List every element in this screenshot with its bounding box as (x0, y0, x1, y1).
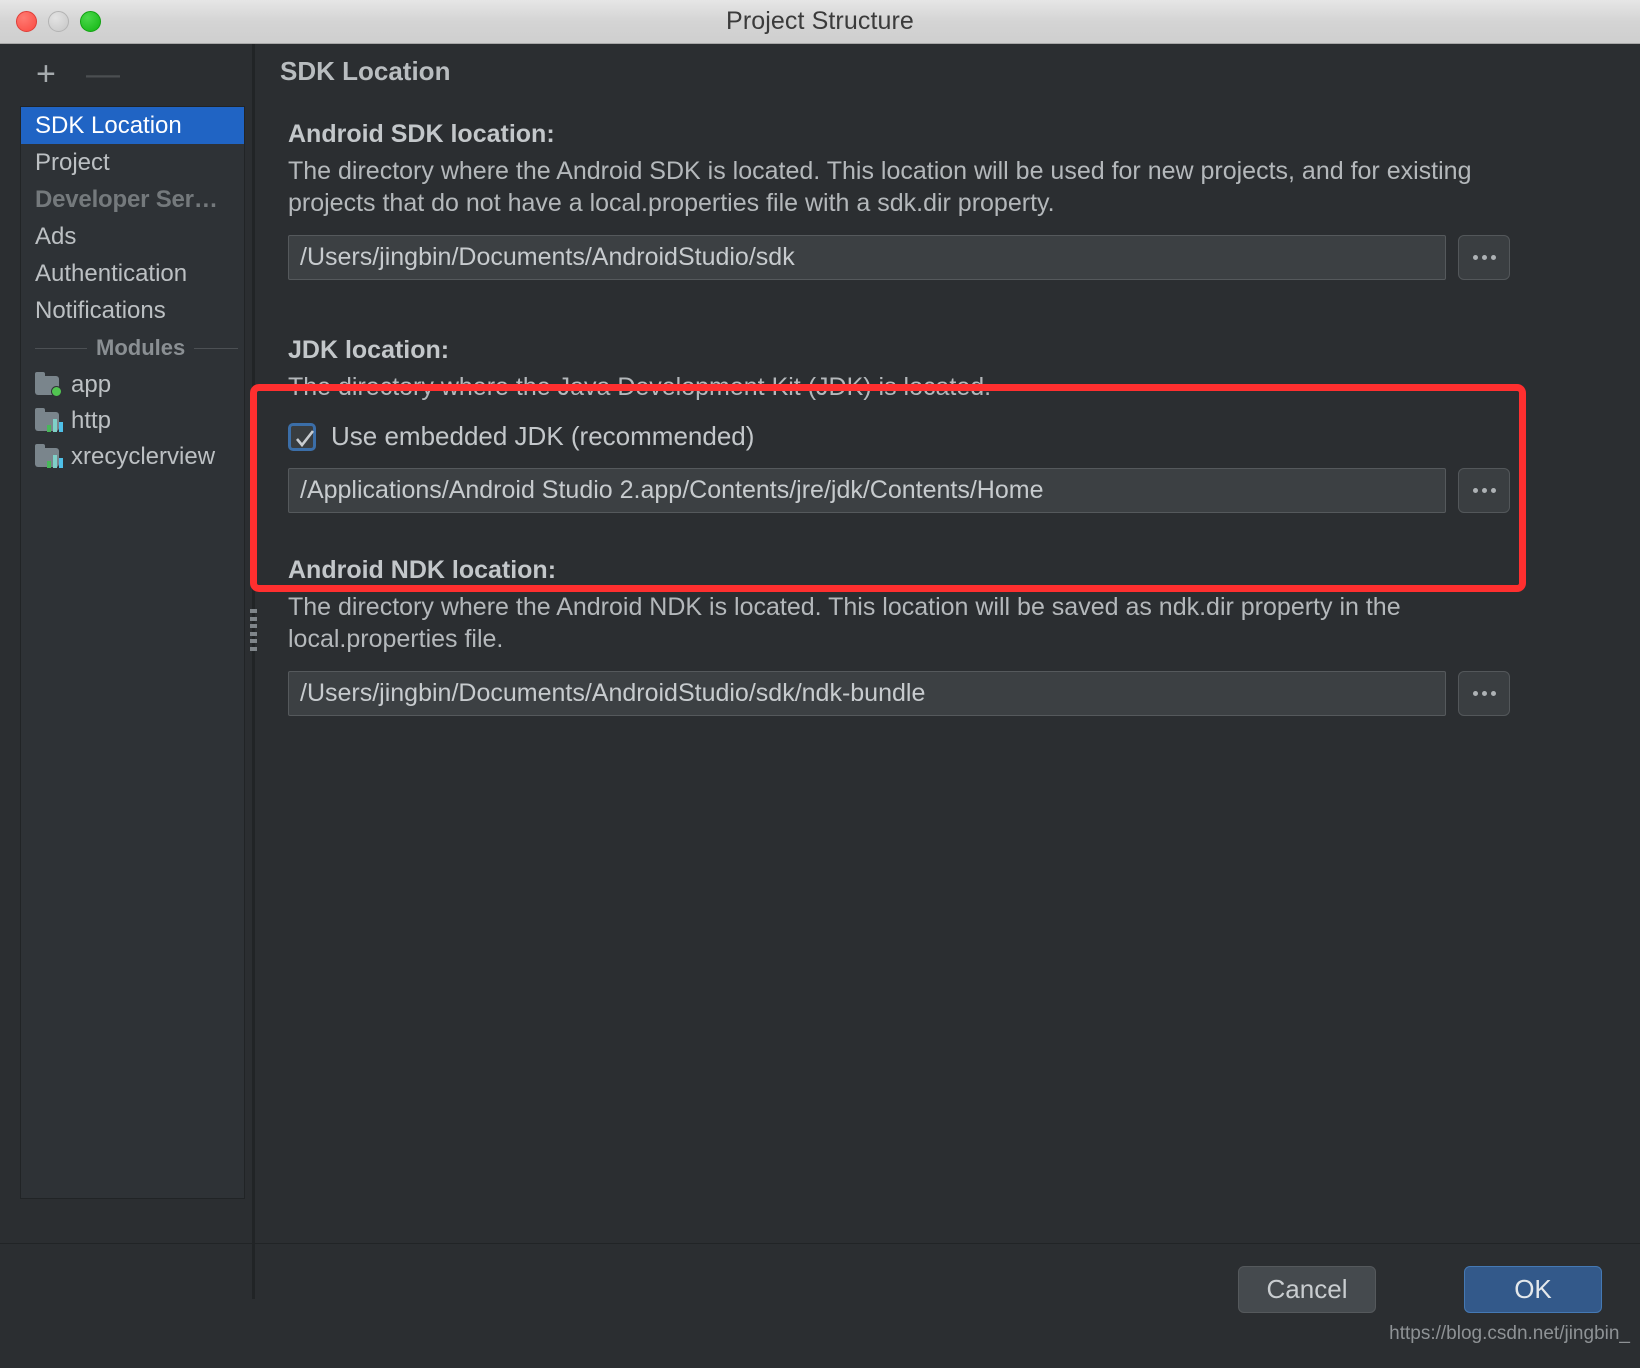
sidebar-item-authentication[interactable]: Authentication (21, 255, 244, 292)
main-panel: SDK Location Android SDK location: The d… (258, 44, 1640, 1239)
window-title: Project Structure (726, 7, 914, 35)
sidebar-module-label: xrecyclerview (71, 443, 216, 470)
use-embedded-jdk-checkbox[interactable] (288, 422, 316, 451)
sidebar-list: SDK Location Project Developer Ser… Ads … (20, 106, 245, 1199)
sidebar-item-sdk-location[interactable]: SDK Location (21, 107, 244, 144)
sidebar: + — SDK Location Project Developer Ser… … (0, 44, 250, 1239)
section-jdk-location: JDK location: The directory where the Ja… (288, 336, 1620, 513)
sidebar-module-http[interactable]: http (21, 403, 244, 439)
sdk-browse-button[interactable] (1458, 235, 1510, 280)
cancel-button[interactable]: Cancel (1238, 1266, 1376, 1313)
add-module-button[interactable]: + (36, 57, 56, 91)
section-heading: JDK location: (288, 336, 450, 364)
separator-line-left (35, 347, 87, 349)
section-description: The directory where the Java Development… (288, 373, 992, 401)
sidebar-item-ads[interactable]: Ads (21, 218, 244, 255)
folder-library-icon (35, 408, 63, 432)
title-bar: Project Structure (0, 0, 1640, 44)
close-button[interactable] (16, 11, 37, 32)
sidebar-module-label: app (71, 371, 112, 398)
sidebar-item-project[interactable]: Project (21, 144, 244, 181)
sidebar-item-notifications[interactable]: Notifications (21, 292, 244, 329)
window-controls (16, 11, 101, 32)
check-icon (296, 429, 315, 447)
jdk-browse-button[interactable] (1458, 468, 1510, 513)
jdk-path-row: /Applications/Android Studio 2.app/Conte… (288, 468, 1620, 513)
folder-green-dot-icon (35, 372, 62, 397)
splitter-grip-handle[interactable] (250, 609, 257, 651)
sdk-location-input[interactable]: /Users/jingbin/Documents/AndroidStudio/s… (288, 235, 1446, 280)
dialog-footer: Cancel OK https://blog.csdn.net/jingbin_ (0, 1244, 1640, 1368)
modules-separator: Modules (21, 329, 244, 367)
ndk-location-input[interactable]: /Users/jingbin/Documents/AndroidStudio/s… (288, 671, 1446, 716)
ok-button[interactable]: OK (1464, 1266, 1602, 1313)
section-android-ndk-location: Android NDK location: The directory wher… (288, 556, 1620, 716)
modules-separator-label: Modules (96, 335, 186, 360)
remove-module-button[interactable]: — (86, 57, 120, 91)
separator-line-right (194, 347, 238, 349)
jdk-location-input[interactable]: /Applications/Android Studio 2.app/Conte… (288, 468, 1446, 513)
dialog-body: + — SDK Location Project Developer Ser… … (0, 44, 1640, 1368)
ndk-browse-button[interactable] (1458, 671, 1510, 716)
section-android-sdk-location: Android SDK location: The directory wher… (288, 120, 1620, 280)
panel-splitter[interactable] (252, 44, 255, 1299)
use-embedded-jdk-row[interactable]: Use embedded JDK (recommended) (288, 421, 1620, 452)
ndk-path-row: /Users/jingbin/Documents/AndroidStudio/s… (288, 671, 1620, 716)
section-heading: Android NDK location: (288, 556, 557, 584)
use-embedded-jdk-label: Use embedded JDK (recommended) (331, 421, 755, 451)
sidebar-module-label: http (71, 407, 112, 434)
page-title: SDK Location (280, 56, 451, 86)
section-heading: Android SDK location: (288, 120, 555, 148)
sidebar-item-developer-services[interactable]: Developer Ser… (21, 181, 244, 218)
watermark-text: https://blog.csdn.net/jingbin_ (1389, 1323, 1630, 1344)
sidebar-toolbar: + — (0, 44, 250, 102)
sidebar-module-app[interactable]: app (21, 367, 244, 403)
minimize-button[interactable] (48, 11, 69, 32)
project-structure-window: Project Structure + — SDK Location Proje… (0, 0, 1640, 1368)
maximize-button[interactable] (80, 11, 101, 32)
section-description: The directory where the Android NDK is l… (288, 593, 1401, 653)
folder-library-icon (35, 444, 63, 468)
sidebar-module-xrecyclerview[interactable]: xrecyclerview (21, 439, 244, 475)
sdk-path-row: /Users/jingbin/Documents/AndroidStudio/s… (288, 235, 1620, 280)
section-description: The directory where the Android SDK is l… (288, 157, 1472, 217)
